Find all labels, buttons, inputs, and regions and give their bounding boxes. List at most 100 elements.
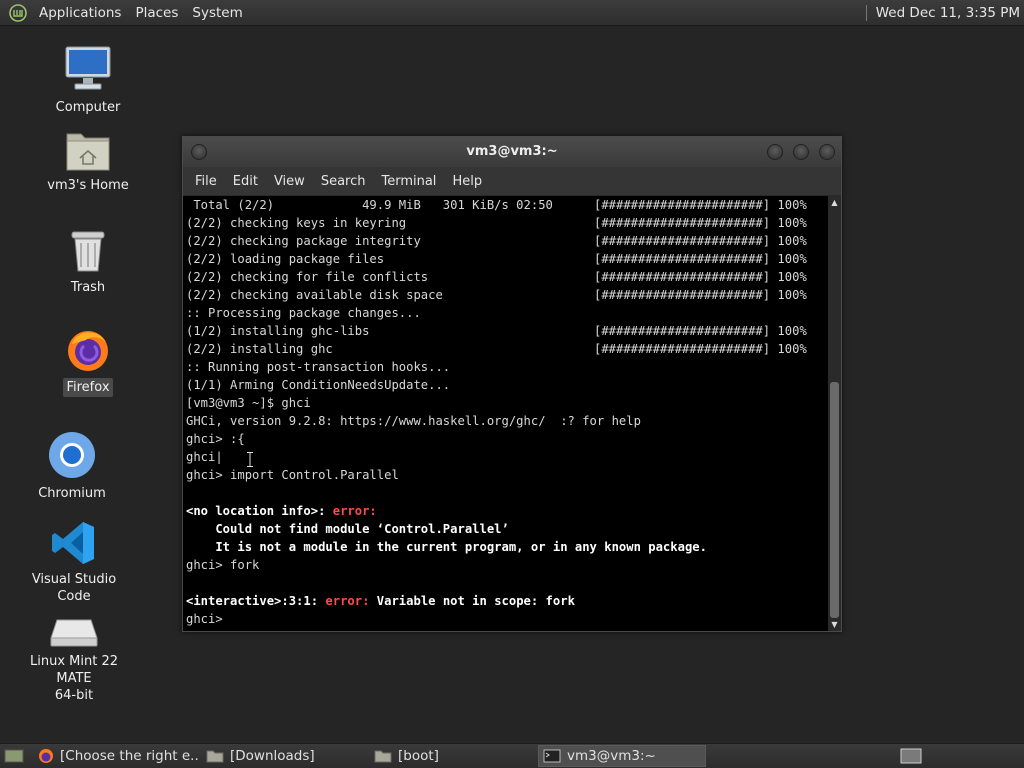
- home-folder-icon: [66, 133, 110, 171]
- terminal-line: (2/2) installing ghc [###################…: [183, 340, 827, 358]
- terminal-line-text: (2/2) checking for file conflicts: [186, 270, 429, 284]
- show-desktop-button[interactable]: [0, 745, 28, 767]
- desktop-icon-home[interactable]: vm3's Home: [28, 128, 148, 195]
- places-menu[interactable]: Places: [128, 5, 185, 21]
- terminal-line: (2/2) checking package integrity [#######…: [183, 232, 827, 250]
- system-menu[interactable]: System: [185, 5, 249, 21]
- terminal-line: :: Running post-transaction hooks...: [183, 358, 827, 376]
- terminal-line-text: It is not a module in the current progra…: [186, 540, 707, 554]
- taskbar-item-firefox[interactable]: [Choose the right e...: [34, 745, 198, 767]
- scroll-down-arrow-icon[interactable]: ▼: [828, 618, 841, 631]
- terminal-line: ghci> fork: [183, 556, 827, 574]
- terminal-line: (2/2) checking available disk space [####…: [183, 286, 827, 304]
- terminal-line-text: (2/2) loading package files: [186, 252, 385, 266]
- progress-bar-text: [######################] 100%: [594, 234, 807, 248]
- terminal-line-text: ghci> fork: [186, 558, 260, 572]
- menu-terminal[interactable]: Terminal: [373, 174, 444, 189]
- menu-search[interactable]: Search: [313, 174, 374, 189]
- terminal-line-text: ghci> :{: [186, 432, 245, 446]
- computer-icon: [65, 46, 111, 90]
- terminal-line-text: ghci> import Control.Parallel: [186, 468, 399, 482]
- terminal-line: Total (2/2) 49.9 MiB 301 KiB/s 02:50 [###…: [183, 196, 827, 214]
- terminal-line: :: Processing package changes...: [183, 304, 827, 322]
- terminal-line: Could not find module ‘Control.Parallel’: [183, 520, 827, 538]
- terminal-line-text: (1/1) Arming ConditionNeedsUpdate...: [186, 378, 451, 392]
- progress-bar-text: [######################] 100%: [594, 198, 807, 212]
- maximize-button[interactable]: [793, 144, 809, 160]
- applications-menu[interactable]: Applications: [32, 5, 128, 21]
- taskbar-item-boot[interactable]: [boot]: [370, 745, 534, 767]
- desktop-icon-drive[interactable]: Linux Mint 22 MATE 64-bit: [14, 612, 134, 705]
- window-titlebar[interactable]: vm3@vm3:~: [183, 137, 841, 167]
- terminal-line: It is not a module in the current progra…: [183, 538, 827, 556]
- terminal-line-text: <interactive>:3:1:: [186, 594, 326, 608]
- window-title: vm3@vm3:~: [466, 144, 558, 159]
- mint-logo-icon[interactable]: [9, 3, 27, 22]
- chromium-icon: [49, 432, 95, 478]
- bottom-panel: [Choose the right e... [Downloads] [boot…: [0, 743, 1024, 768]
- terminal-line-text: (2/2) checking package integrity: [186, 234, 421, 248]
- scroll-up-arrow-icon[interactable]: ▲: [828, 196, 841, 209]
- folder-icon: [206, 750, 224, 763]
- terminal-output[interactable]: Total (2/2) 49.9 MiB 301 KiB/s 02:50 [###…: [183, 196, 827, 631]
- terminal-line-text: GHCi, version 9.2.8: https://www.haskell…: [186, 414, 641, 428]
- workspace-icon: [900, 748, 922, 764]
- progress-bar-text: [######################] 100%: [594, 216, 807, 230]
- menu-file[interactable]: File: [187, 174, 225, 189]
- terminal-line-text: (2/2) checking keys in keyring: [186, 216, 407, 230]
- desktop-icon-computer[interactable]: Computer: [28, 44, 148, 117]
- menu-edit[interactable]: Edit: [225, 174, 266, 189]
- window-menubar: File Edit View Search Terminal Help: [183, 167, 841, 196]
- terminal-line: ghci> :{: [183, 430, 827, 448]
- terminal-line: (1/2) installing ghc-libs [##############…: [183, 322, 827, 340]
- terminal-window[interactable]: vm3@vm3:~ File Edit View Search Terminal…: [182, 136, 842, 632]
- terminal-line-text: :: Running post-transaction hooks...: [186, 360, 451, 374]
- desktop-icon-vscode[interactable]: Visual Studio Code: [14, 520, 134, 606]
- desktop-icon-firefox[interactable]: Firefox: [28, 326, 148, 397]
- desktop-icon-chromium[interactable]: Chromium: [12, 430, 132, 503]
- progress-bar-text: [######################] 100%: [594, 252, 807, 266]
- taskbar-item-downloads[interactable]: [Downloads]: [202, 745, 366, 767]
- folder-icon: [374, 750, 392, 763]
- progress-bar-text: [######################] 100%: [594, 288, 807, 302]
- minimize-button[interactable]: [767, 144, 783, 160]
- trash-icon: [71, 231, 105, 272]
- menu-help[interactable]: Help: [444, 174, 490, 189]
- panel-separator: [865, 4, 867, 21]
- terminal-scrollbar[interactable]: ▲ ▼: [828, 196, 841, 631]
- desktop-icon-trash[interactable]: Trash: [28, 228, 148, 297]
- desktop-icon-label: Chromium: [38, 486, 106, 501]
- desktop-icon-label: vm3's Home: [47, 178, 129, 193]
- window-menu-button[interactable]: [191, 144, 207, 160]
- terminal-line: (2/2) checking for file conflicts [######…: [183, 268, 827, 286]
- error-message: Variable not in scope: fork: [369, 594, 575, 608]
- vscode-icon: [52, 522, 94, 564]
- terminal-line-text: (2/2) installing ghc: [186, 342, 333, 356]
- error-label: error:: [332, 504, 377, 518]
- progress-bar-text: [######################] 100%: [594, 270, 807, 284]
- terminal-line: (2/2) checking keys in keyring [#########…: [183, 214, 827, 232]
- scrollbar-thumb[interactable]: [830, 382, 839, 618]
- workspace-switcher[interactable]: [896, 745, 924, 767]
- terminal-line: ghci> import Control.Parallel: [183, 466, 827, 484]
- terminal-line: ghci>: [183, 610, 827, 628]
- progress-bar-text: [######################] 100%: [594, 342, 807, 356]
- taskbar-item-terminal[interactable]: vm3@vm3:~: [538, 745, 706, 767]
- terminal-line-text: ghci>: [186, 612, 231, 626]
- desktop-icon-label: Visual Studio Code: [31, 572, 117, 604]
- ibeam-cursor-icon: [247, 452, 253, 467]
- menu-view[interactable]: View: [266, 174, 313, 189]
- show-desktop-icon: [4, 749, 24, 763]
- clock[interactable]: Wed Dec 11, 3:35 PM: [876, 5, 1024, 21]
- terminal-line-text: (2/2) checking available disk space: [186, 288, 443, 302]
- terminal-line-text: [vm3@vm3 ~]$ ghci: [186, 396, 311, 410]
- close-button[interactable]: [819, 144, 835, 160]
- terminal-line-text: <no location info>:: [186, 504, 333, 518]
- terminal-icon: [543, 749, 561, 763]
- terminal-line-text: ghci|: [186, 450, 223, 464]
- progress-bar-text: [######################] 100%: [594, 324, 807, 338]
- desktop-icon-label: Trash: [70, 280, 106, 295]
- terminal-line: (2/2) loading package files [############…: [183, 250, 827, 268]
